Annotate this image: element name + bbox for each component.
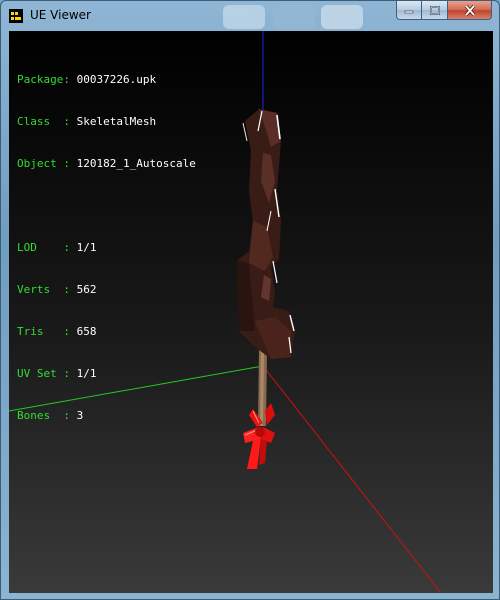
info-label: Object : [17, 157, 77, 170]
info-value: 3 [76, 409, 84, 422]
info-value: 562 [76, 283, 97, 296]
close-icon [464, 4, 475, 16]
close-button[interactable] [448, 1, 492, 20]
minimize-button[interactable] [396, 1, 422, 20]
info-row-tris: Tris : 658 [17, 325, 196, 339]
info-row-verts: Verts : 562 [17, 283, 196, 297]
info-row-lod: LOD : 1/1 [17, 241, 196, 255]
info-value: 1/1 [76, 367, 97, 380]
window-title: UE Viewer [30, 8, 91, 22]
info-row-bones: Bones : 3 [17, 409, 196, 423]
info-value: 658 [76, 325, 97, 338]
info-value: SkeletalMesh [76, 115, 157, 128]
skeletal-mesh [237, 109, 295, 359]
info-row-uvset: UV Set : 1/1 [17, 367, 196, 381]
mesh-info-overlay: Package: 00037226.upk Class : SkeletalMe… [17, 45, 196, 451]
x-axis-line [262, 365, 442, 593]
app-icon [9, 9, 23, 23]
maximize-button[interactable] [422, 1, 448, 20]
info-label: UV Set : [17, 367, 77, 380]
title-bar[interactable]: UE Viewer [1, 1, 499, 31]
minimize-icon [404, 10, 414, 14]
caption-buttons [396, 1, 492, 21]
info-value: 1/1 [76, 241, 97, 254]
info-row-class: Class : SkeletalMesh [17, 115, 196, 129]
info-label: LOD : [17, 241, 77, 254]
info-label: Bones : [17, 409, 77, 422]
info-row-object: Object : 120182_1_Autoscale [17, 157, 196, 171]
maximize-icon [429, 5, 440, 15]
info-label: Class : [17, 115, 77, 128]
title-bar-reflection [201, 3, 391, 29]
info-label: Tris : [17, 325, 77, 338]
app-window: UE Viewer Package: 00037226.upk Class: … [0, 0, 500, 600]
info-value: 120182_1_Autoscale [76, 157, 196, 170]
3d-viewport[interactable]: Package: 00037226.upk Class : SkeletalMe… [9, 31, 493, 593]
info-label: Package: [17, 73, 77, 86]
info-label: Verts : [17, 283, 77, 296]
info-value: 00037226.upk [76, 73, 157, 86]
info-row-package: Package: 00037226.upk [17, 73, 196, 87]
